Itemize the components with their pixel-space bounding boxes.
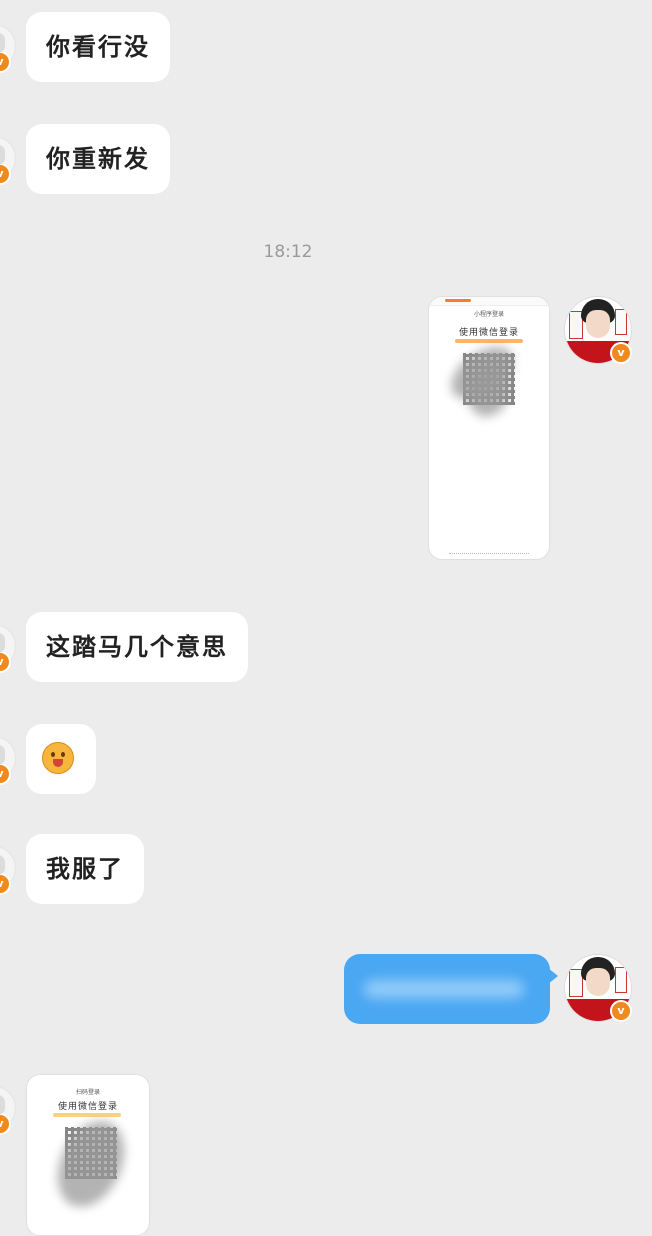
verified-badge-icon: v (0, 163, 11, 185)
tongue-out-emoji-icon (42, 742, 74, 774)
sent-image-message[interactable]: 小程序登录 使用微信登录 (428, 296, 550, 560)
verified-badge-icon: v (0, 651, 11, 673)
contact-avatar[interactable]: v (0, 24, 16, 73)
screenshot-status-bar (429, 297, 549, 306)
redaction-scribble (44, 1110, 138, 1218)
contact-avatar[interactable]: v (0, 624, 16, 673)
screenshot-title: 小程序登录 (473, 311, 504, 318)
received-message-bubble[interactable]: 你看行没 (26, 12, 170, 82)
message-timestamp: 18:12 (263, 242, 313, 262)
received-image-message[interactable]: 扫码登录 使用微信登录 (26, 1074, 150, 1236)
verified-badge-icon: v (610, 342, 632, 364)
verified-badge-icon: v (0, 873, 11, 895)
blurred-message-text (364, 980, 524, 998)
avatar-decoration (615, 967, 627, 993)
bubble-tail (548, 968, 558, 984)
contact-avatar[interactable]: v (0, 736, 16, 785)
received-message-bubble[interactable]: 你重新发 (26, 124, 170, 194)
screenshot-heading: 使用微信登录 (57, 1102, 118, 1112)
sent-message-bubble[interactable] (344, 954, 558, 1024)
verified-badge-icon: v (0, 1113, 11, 1135)
received-message-bubble[interactable]: 这踏马几个意思 (26, 612, 248, 682)
screenshot-subtitle-bar (455, 339, 523, 343)
contact-avatar[interactable]: v (0, 846, 16, 895)
screenshot-title: 扫码登录 (75, 1089, 100, 1096)
screenshot-nav-bar (449, 553, 529, 557)
contact-avatar[interactable]: v (0, 1086, 16, 1135)
received-message-bubble[interactable]: 我服了 (26, 834, 144, 904)
avatar-decoration (615, 309, 627, 335)
message-text: 你看行没 (46, 33, 150, 61)
contact-avatar[interactable]: v (0, 136, 16, 185)
avatar-face (586, 310, 610, 338)
message-text: 我服了 (46, 855, 124, 883)
message-text: 你重新发 (46, 145, 150, 173)
avatar-face (586, 968, 610, 996)
message-text: 这踏马几个意思 (46, 633, 228, 661)
screenshot-subtitle-bar (53, 1113, 121, 1117)
verified-badge-icon: v (0, 763, 11, 785)
screenshot-heading: 使用微信登录 (458, 328, 519, 338)
verified-badge-icon: v (610, 1000, 632, 1022)
verified-badge-icon: v (0, 51, 11, 73)
